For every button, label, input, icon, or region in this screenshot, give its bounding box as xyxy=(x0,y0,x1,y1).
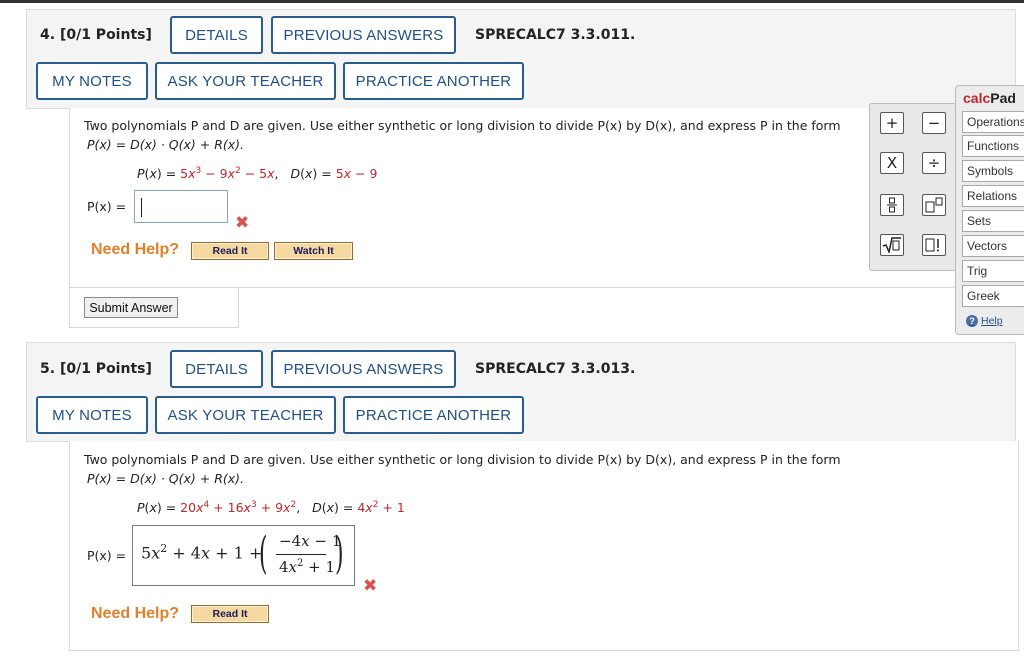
question-5-title: 5. [0/1 Points] xyxy=(40,361,152,377)
exponent-icon[interactable] xyxy=(922,194,946,216)
prompt-line-2: P(x) = D(x) · Q(x) + R(x). xyxy=(87,137,245,152)
help-icon: ? xyxy=(966,315,978,327)
incorrect-icon: ✖ xyxy=(363,576,378,596)
question-prompt: Two polynomials P and D are given. Use e… xyxy=(84,116,874,154)
watch-it-button[interactable]: Watch It xyxy=(274,242,353,260)
details-button[interactable]: DETAILS xyxy=(170,350,263,388)
read-it-button[interactable]: Read It xyxy=(191,242,269,260)
calcpad-sets[interactable]: Sets xyxy=(962,210,1024,232)
calcpad-vectors[interactable]: Vectors xyxy=(962,235,1024,257)
question-code: SPRECALC7 3.3.011. xyxy=(475,27,636,43)
calcpad-help-link[interactable]: ? Help xyxy=(966,315,1003,327)
practice-another-button[interactable]: PRACTICE ANOTHER xyxy=(343,62,524,100)
calcpad-operations[interactable]: Operations xyxy=(962,111,1024,133)
prompt-line-1: Two polynomials P and D are given. Use e… xyxy=(84,452,841,467)
practice-another-button[interactable]: PRACTICE ANOTHER xyxy=(343,396,524,434)
given-polynomials: P(x) = 5x3 − 9x2 − 5x, D(x) = 5x − 9 xyxy=(137,166,378,182)
minus-icon[interactable]: − xyxy=(922,112,946,134)
prompt-line-1: Two polynomials P and D are given. Use e… xyxy=(84,118,841,133)
answer-math-display[interactable]: 5x2 + 4x + 1 + ( −4x − 1 4x2 + 1 ) xyxy=(132,525,355,586)
question-points: [0/1 Points] xyxy=(59,27,152,43)
multiply-icon[interactable]: X xyxy=(880,152,904,174)
calcpad-functions[interactable]: Functions xyxy=(962,135,1024,157)
question-number: 5. xyxy=(40,361,56,377)
ask-your-teacher-button[interactable]: ASK YOUR TEACHER xyxy=(155,62,336,100)
my-notes-button[interactable]: MY NOTES xyxy=(36,62,148,100)
ask-your-teacher-button[interactable]: ASK YOUR TEACHER xyxy=(155,396,336,434)
top-border xyxy=(0,0,1024,3)
incorrect-icon: ✖ xyxy=(235,213,250,233)
calcpad-help-label: Help xyxy=(981,315,1003,327)
calcpad-symbols[interactable]: Symbols xyxy=(962,160,1024,182)
calcpad-trig[interactable]: Trig xyxy=(962,260,1024,282)
given-polynomials: P(x) = 20x4 + 16x3 + 9x2, D(x) = 4x2 + 1 xyxy=(137,500,405,516)
my-notes-button[interactable]: MY NOTES xyxy=(36,396,148,434)
submit-answer-button[interactable]: Submit Answer xyxy=(84,297,178,318)
question-prompt: Two polynomials P and D are given. Use e… xyxy=(84,450,874,488)
calcpad-relations[interactable]: Relations xyxy=(962,185,1024,207)
factorial-icon[interactable] xyxy=(922,234,946,256)
calcpad-panel: calcPad Operations Functions Symbols Rel… xyxy=(955,85,1024,335)
read-it-button[interactable]: Read It xyxy=(191,605,269,623)
answer-input[interactable] xyxy=(134,190,228,223)
plus-icon[interactable]: + xyxy=(880,112,904,134)
previous-answers-button[interactable]: PREVIOUS ANSWERS xyxy=(271,350,456,388)
prompt-line-2: P(x) = D(x) · Q(x) + R(x). xyxy=(87,471,245,486)
answer-label: P(x) = xyxy=(87,199,127,214)
question-code: SPRECALC7 3.3.013. xyxy=(475,361,636,377)
answer-label: P(x) = xyxy=(87,548,127,563)
details-button[interactable]: DETAILS xyxy=(170,16,263,54)
question-number: 4. xyxy=(40,27,56,43)
need-help-label: Need Help? xyxy=(91,605,180,622)
fraction-icon[interactable] xyxy=(880,194,904,216)
divide-icon[interactable]: ÷ xyxy=(922,152,946,174)
calcpad-title: calcPad xyxy=(963,90,1016,106)
math-toolbar: + − X ÷ xyxy=(869,103,956,271)
text-cursor xyxy=(141,198,142,217)
need-help-label: Need Help? xyxy=(91,241,180,258)
previous-answers-button[interactable]: PREVIOUS ANSWERS xyxy=(271,16,456,54)
question-points: [0/1 Points] xyxy=(59,361,152,377)
question-4-title: 4. [0/1 Points] xyxy=(40,27,152,43)
calcpad-greek[interactable]: Greek xyxy=(962,285,1024,307)
sqrt-icon[interactable] xyxy=(880,234,904,256)
